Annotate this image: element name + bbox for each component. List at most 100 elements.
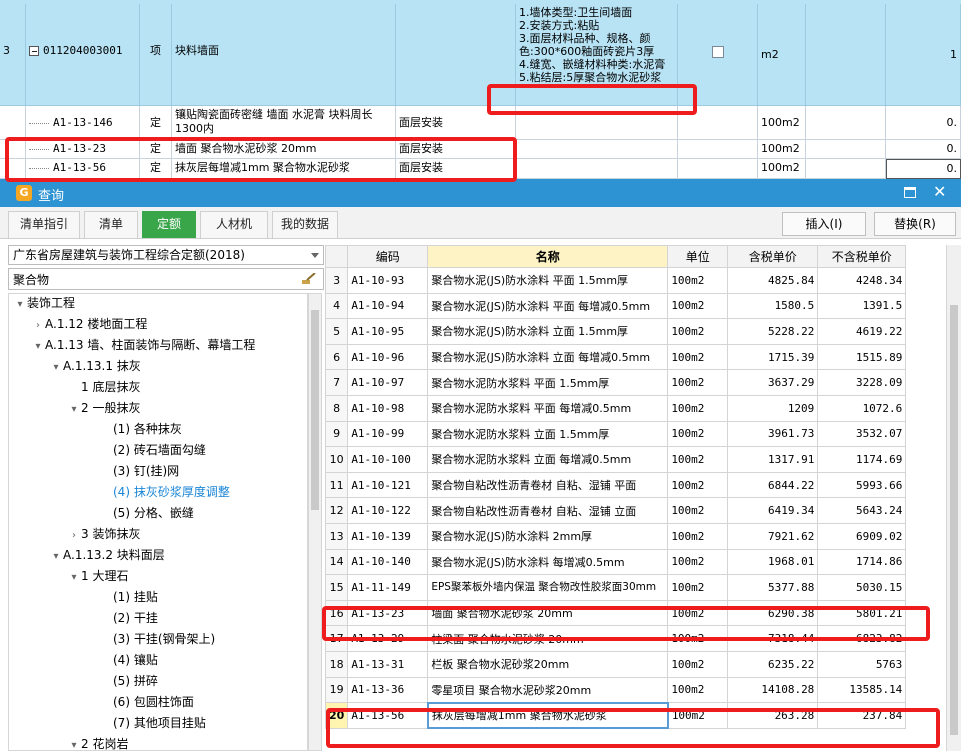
expanded-arrow-icon[interactable]: ▾	[67, 399, 81, 420]
quota-row[interactable]: A1-13-146 定 镶贴陶瓷面砖密缝 墙面 水泥膏 块料周长1300内 面层…	[0, 106, 961, 140]
row-price-tax: 1580.5	[727, 292, 819, 320]
expanded-arrow-icon[interactable]: ▾	[31, 336, 45, 357]
row-index: 18	[324, 650, 349, 678]
tree-node[interactable]: (1) 各种抹灰	[99, 419, 182, 440]
scrollbar-thumb[interactable]	[311, 310, 319, 510]
tree-scrollbar[interactable]	[308, 293, 322, 751]
row-checkbox[interactable]	[711, 46, 724, 58]
tree-node-label: (6) 包圆柱饰面	[113, 695, 194, 709]
tree-node[interactable]: › 3 装饰抹灰	[67, 524, 140, 545]
tree-node-label: (1) 各种抹灰	[113, 422, 182, 436]
maximize-icon[interactable]	[904, 187, 916, 198]
chevron-down-icon[interactable]	[311, 253, 319, 258]
quota-result-table: 编码 名称 单位 含税单价 不含税单价 3 A1-10-93 聚合物水泥(JS)防水…	[324, 245, 961, 751]
table-row[interactable]: 4 A1-10-94 聚合物水泥(JS)防水涂料 平面 每增减0.5mm 100m2 1…	[324, 292, 907, 320]
expanded-arrow-icon[interactable]: ▾	[49, 357, 63, 378]
tree-node[interactable]: (3) 干挂(钢骨架上)	[99, 629, 215, 650]
tab-materials[interactable]: 人材机	[200, 211, 268, 238]
row-index: 7	[324, 369, 349, 396]
tree-node[interactable]: (4) 镶贴	[99, 650, 158, 671]
collapsed-arrow-icon[interactable]: ›	[67, 525, 81, 546]
tab-my-data[interactable]: 我的数据	[272, 211, 338, 238]
tree-node[interactable]: ▾ A.1.13 墙、柱面装饰与隔断、幕墙工程	[31, 335, 255, 356]
tree-node[interactable]: (2) 干挂	[99, 608, 158, 629]
tree-node-label: 2 一般抹灰	[81, 401, 141, 415]
header-unit[interactable]: 单位	[667, 245, 729, 268]
table-row[interactable]: 3 A1-10-93 聚合物水泥(JS)防水涂料 平面 1.5mm厚 100m2 482…	[324, 267, 907, 294]
collapsed-arrow-icon[interactable]: ›	[31, 315, 45, 336]
tab-bill[interactable]: 清单	[84, 211, 138, 238]
tree-node[interactable]: (5) 分格、嵌缝	[99, 503, 194, 524]
row-index: 14	[324, 548, 349, 576]
tree-node[interactable]: 1 底层抹灰	[67, 377, 140, 398]
row-price-tax: 14108.28	[727, 676, 819, 704]
tab-quota[interactable]: 定额	[142, 211, 196, 238]
row-code: A1-10-140	[347, 548, 429, 576]
table-row[interactable]: 18 A1-13-31 栏板 聚合物水泥砂浆20mm 100m2 6235.22 5763	[324, 650, 907, 678]
close-icon[interactable]: ✕	[933, 182, 946, 202]
highlight-box	[326, 708, 940, 748]
table-scrollbar[interactable]	[946, 245, 961, 751]
tree-node[interactable]: (4) 抹灰砂浆厚度调整	[99, 482, 230, 503]
tree-node[interactable]: (1) 挂贴	[99, 587, 158, 608]
clear-brush-icon[interactable]	[302, 273, 316, 285]
header-price-tax[interactable]: 含税单价	[727, 245, 819, 268]
table-row[interactable]: 19 A1-13-36 零星项目 聚合物水泥砂浆20mm 100m2 14108.28 1…	[324, 676, 907, 704]
table-row[interactable]: 5 A1-10-95 聚合物水泥(JS)防水涂料 立面 1.5mm厚 100m2 522…	[324, 318, 907, 345]
insert-button[interactable]: 插入(I)	[782, 212, 866, 236]
collapse-icon[interactable]	[29, 46, 39, 56]
highlight-box	[5, 137, 517, 182]
row-name: 聚合物水泥(JS)防水涂料 平面 1.5mm厚	[427, 267, 669, 294]
tree-node[interactable]: (6) 包圆柱饰面	[99, 692, 194, 713]
tree-node[interactable]: ▾ 装饰工程	[13, 294, 75, 315]
table-row[interactable]: 11 A1-10-121 聚合物自粘改性沥青卷材 自粘、湿铺 平面 100m2 6844…	[324, 471, 907, 499]
tree-node[interactable]: › A.1.12 楼地面工程	[31, 314, 147, 335]
header-name[interactable]: 名称	[427, 245, 669, 268]
search-input[interactable]	[8, 268, 324, 290]
table-row[interactable]: 14 A1-10-140 聚合物水泥(JS)防水涂料 每增减0.5mm 100m2 19…	[324, 548, 907, 576]
expanded-arrow-icon[interactable]: ▾	[49, 546, 63, 567]
scrollbar-thumb[interactable]	[950, 305, 958, 735]
bill-row-selected[interactable]: 3 011204003001 项 块料墙面 1.墙体类型:卫生间墙面 2.安装方…	[0, 4, 961, 106]
replace-button[interactable]: 替换(R)	[874, 212, 956, 236]
bill-code-cell[interactable]: 011204003001	[26, 4, 140, 106]
tree-node[interactable]: (3) 钉(挂)网	[99, 461, 179, 482]
table-row[interactable]: 15 A1-11-149 EPS聚苯板外墙内保温 聚合物改性胶浆面30mm 100m2…	[324, 574, 907, 601]
tree-node-label: 1 大理石	[81, 569, 129, 583]
row-unit: 100m2	[667, 343, 729, 371]
table-row[interactable]: 8 A1-10-98 聚合物水泥防水浆料 平面 每增减0.5mm 100m2 1209 1…	[324, 394, 907, 422]
row-unit: 100m2	[667, 676, 729, 704]
row-price-tax: 1317.91	[727, 446, 819, 473]
tree-node[interactable]: (2) 砖石墙面勾缝	[99, 440, 206, 461]
tab-bill-guide[interactable]: 清单指引	[8, 211, 80, 238]
table-row[interactable]: 10 A1-10-100 聚合物水泥防水浆料 立面 每增减0.5mm 100m2 131…	[324, 446, 907, 473]
expanded-arrow-icon[interactable]: ▾	[67, 567, 81, 588]
tree-node[interactable]: ▾ A.1.13.1 抹灰	[49, 356, 141, 378]
row-price-tax: 4825.84	[727, 267, 819, 294]
table-row[interactable]: 6 A1-10-96 聚合物水泥(JS)防水涂料 立面 每增减0.5mm 100m2 1…	[324, 343, 907, 371]
row-code: A1-11-149	[347, 574, 429, 601]
row-price-notax: 1072.6	[817, 394, 907, 422]
dialog-titlebar[interactable]: G 查询 ✕	[0, 179, 961, 207]
expanded-arrow-icon[interactable]: ▾	[13, 294, 27, 315]
tree-node[interactable]: ▾ A.1.13.2 块料面层	[49, 545, 164, 567]
tree-node-label: A.1.13.1 抹灰	[63, 359, 141, 373]
tree-node[interactable]: ▾ 2 一般抹灰	[67, 398, 140, 419]
tree-node[interactable]: ▾ 2 花岗岩	[67, 734, 128, 750]
header-index	[324, 245, 349, 268]
row-unit: 100m2	[667, 318, 729, 345]
header-price-notax[interactable]: 不含税单价	[817, 245, 907, 268]
left-panel: 广东省房屋建筑与装饰工程综合定额(2018) ▾装饰工程›A.1.12 楼地面工…	[4, 243, 324, 751]
table-row[interactable]: 13 A1-10-139 聚合物水泥(JS)防水涂料 2mm厚 100m2 7921.6…	[324, 522, 907, 550]
library-select[interactable]: 广东省房屋建筑与装饰工程综合定额(2018)	[8, 245, 324, 265]
expanded-arrow-icon[interactable]: ▾	[67, 735, 81, 750]
tree-node[interactable]: (5) 拼碎	[99, 671, 158, 692]
dialog-title: 查询	[38, 189, 65, 204]
tree-node[interactable]: (7) 其他项目挂贴	[99, 713, 206, 734]
tree-node-label: (5) 分格、嵌缝	[113, 506, 194, 520]
tree-node[interactable]: ▾ 1 大理石	[67, 566, 128, 587]
table-row[interactable]: 7 A1-10-97 聚合物水泥防水浆料 平面 1.5mm厚 100m2 3637.29…	[324, 369, 907, 396]
table-row[interactable]: 12 A1-10-122 聚合物自粘改性沥青卷材 自粘、湿铺 立面 100m2 6419…	[324, 497, 907, 524]
table-row[interactable]: 9 A1-10-99 聚合物水泥防水浆料 立面 1.5mm厚 100m2 3961.73…	[324, 420, 907, 448]
header-code[interactable]: 编码	[347, 245, 429, 268]
